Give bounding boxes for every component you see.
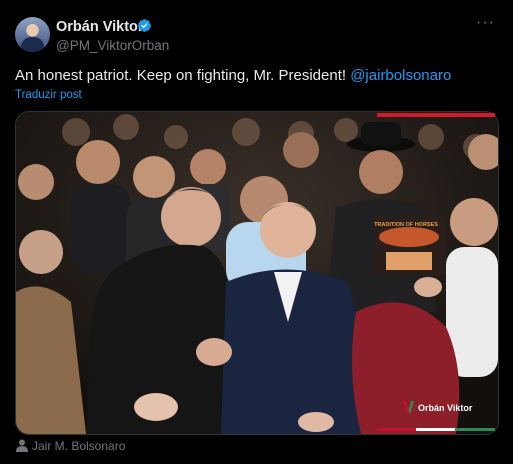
tweet-text: An honest patriot. Keep on fighting, Mr.… [15,67,451,84]
watermark-logo-icon [403,401,414,414]
photo-illustration [16,112,498,434]
author-avatar[interactable] [15,17,50,52]
photo-top-accent [377,113,495,117]
photo-watermark: Orbán Viktor [418,403,473,413]
tweet-body: An honest patriot. Keep on fighting, Mr.… [15,67,351,84]
author-name[interactable]: Orbán Viktor [56,19,144,35]
shirt-print: TRADITION OF HORSES [374,222,438,228]
translate-post-link[interactable]: Traduzir post [15,89,82,101]
mention-link[interactable]: @jairbolsonaro [350,67,451,84]
person-tag-icon [16,439,28,452]
tagged-person-link[interactable]: Jair M. Bolsonaro [32,439,125,453]
more-options-icon[interactable]: ··· [476,14,495,32]
watermark-flag-bar [377,428,495,431]
author-handle[interactable]: @PM_ViktorOrban [56,38,169,53]
tweet-photo[interactable]: TRADITION OF HORSES [15,111,499,435]
verified-badge-icon [138,19,151,32]
